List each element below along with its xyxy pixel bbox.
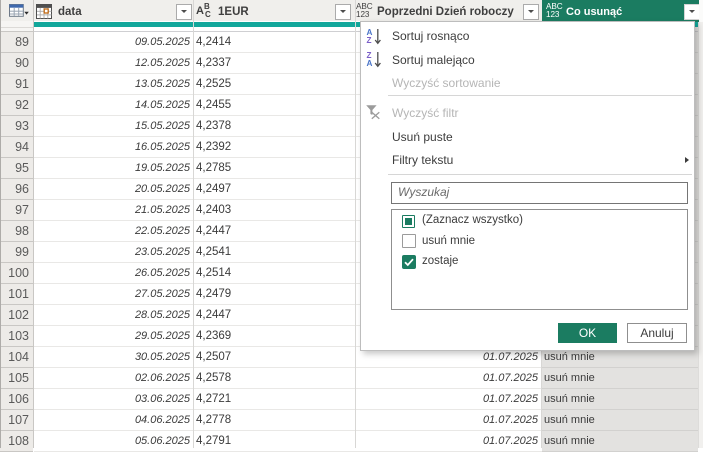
svg-text:A: A	[367, 59, 373, 68]
svg-text:Z: Z	[367, 36, 372, 45]
